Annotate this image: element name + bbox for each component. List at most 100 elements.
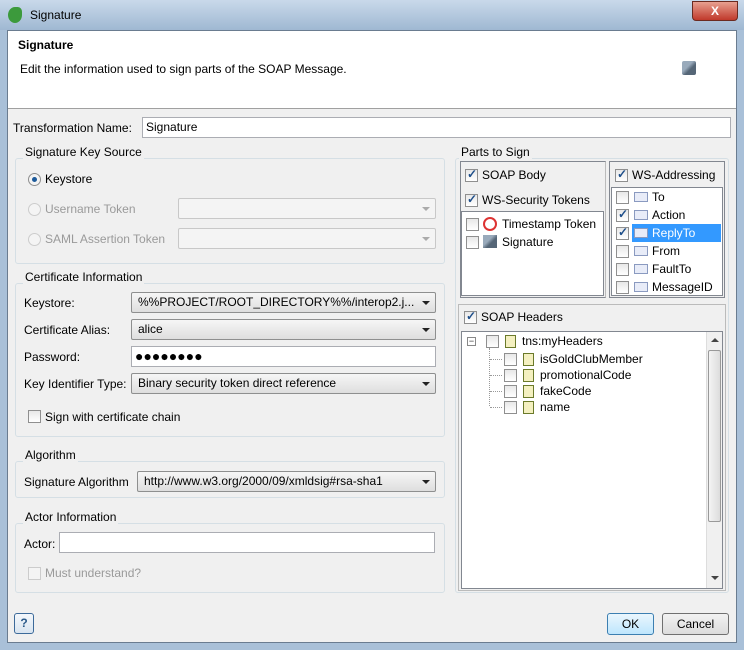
- ws-addressing-checkbox[interactable]: [615, 167, 628, 182]
- title-bar: [0, 0, 744, 30]
- collapse-icon[interactable]: −: [467, 337, 476, 346]
- addressing-label: Action: [652, 208, 686, 222]
- must-understand-label: Must understand?: [45, 566, 142, 580]
- sign-with-chain-label: Sign with certificate chain: [45, 410, 181, 424]
- tree-item-checkbox[interactable]: [504, 353, 517, 366]
- password-input[interactable]: ●●●●●●●●: [131, 346, 436, 367]
- cancel-button[interactable]: Cancel: [662, 613, 729, 635]
- chevron-down-icon: [422, 237, 430, 241]
- addressing-label: ReplyTo: [652, 226, 696, 240]
- envelope-icon: [634, 228, 648, 238]
- saml-token-radio[interactable]: [28, 233, 41, 246]
- tree-item[interactable]: fakeCode: [462, 383, 702, 399]
- tree-root-checkbox[interactable]: [486, 335, 499, 348]
- addressing-item-body[interactable]: ReplyTo: [632, 224, 721, 242]
- document-icon: [523, 385, 534, 398]
- soap-body-checkbox[interactable]: [465, 167, 478, 182]
- tree-item-label: isGoldClubMember: [540, 352, 643, 366]
- cert-keystore-value: %%PROJECT/ROOT_DIRECTORY%%/interop2.j...: [138, 295, 415, 309]
- transformation-name-input[interactable]: Signature: [142, 117, 731, 138]
- tree-item-checkbox[interactable]: [504, 401, 517, 414]
- addressing-checkbox[interactable]: [616, 263, 629, 276]
- cert-keystore-label: Keystore:: [24, 296, 75, 310]
- addressing-item-body[interactable]: MessageID: [632, 278, 718, 296]
- signature-algorithm-combo[interactable]: http://www.w3.org/2000/09/xmldsig#rsa-sh…: [137, 471, 436, 492]
- actor-input[interactable]: [59, 532, 435, 553]
- addressing-label: To: [652, 190, 665, 204]
- header-description: Edit the information used to sign parts …: [20, 62, 347, 76]
- addressing-checkbox[interactable]: [616, 191, 629, 204]
- saml-token-combo[interactable]: [178, 228, 436, 249]
- soap-headers-checkbox[interactable]: [464, 309, 477, 324]
- ws-security-checkbox[interactable]: [465, 192, 478, 207]
- signature-token-checkbox[interactable]: [466, 236, 479, 249]
- cert-alias-combo[interactable]: alice: [131, 319, 436, 340]
- document-icon: [523, 369, 534, 382]
- scrollbar-thumb[interactable]: [708, 350, 721, 522]
- envelope-icon: [634, 210, 648, 220]
- addressing-checkbox[interactable]: [616, 207, 629, 222]
- signature-algorithm-value: http://www.w3.org/2000/09/xmldsig#rsa-sh…: [144, 474, 383, 488]
- must-understand-checkbox[interactable]: [28, 567, 41, 580]
- signature-key-source-title: Signature Key Source: [23, 145, 144, 159]
- tree-root-label[interactable]: tns:myHeaders: [522, 334, 603, 348]
- ws-addressing-label: WS-Addressing: [632, 168, 716, 182]
- vertical-scrollbar[interactable]: [706, 332, 722, 588]
- keystore-radio-label: Keystore: [45, 172, 93, 186]
- key-identifier-combo[interactable]: Binary security token direct reference: [131, 373, 436, 394]
- addressing-label: FaultTo: [652, 262, 692, 276]
- sign-with-chain-checkbox[interactable]: [28, 410, 41, 423]
- addressing-item-body[interactable]: FaultTo: [632, 260, 718, 278]
- tree-item[interactable]: isGoldClubMember: [462, 351, 702, 367]
- password-label: Password:: [24, 350, 81, 364]
- signature-icon: [483, 235, 497, 248]
- addressing-item[interactable]: To: [612, 188, 722, 206]
- actor-info-title: Actor Information: [23, 510, 119, 524]
- tree-item[interactable]: promotionalCode: [462, 367, 702, 383]
- scroll-down-icon[interactable]: [711, 576, 719, 580]
- dialog-header: Signature Edit the information used to s…: [8, 31, 736, 109]
- tree-item-label: fakeCode: [540, 384, 592, 398]
- addressing-item[interactable]: MessageID: [612, 278, 722, 296]
- envelope-icon: [634, 192, 648, 202]
- tree-line: [490, 407, 502, 408]
- addressing-item[interactable]: ReplyTo: [612, 224, 722, 242]
- ws-security-label: WS-Security Tokens: [482, 193, 590, 207]
- soap-headers-label: SOAP Headers: [481, 310, 563, 324]
- ok-button[interactable]: OK: [607, 613, 654, 635]
- addressing-checkbox[interactable]: [616, 245, 629, 258]
- token-item-timestamp[interactable]: Timestamp Token: [462, 215, 603, 233]
- tree-item-label: name: [540, 400, 571, 414]
- help-button[interactable]: ?: [14, 613, 34, 634]
- algorithm-title: Algorithm: [23, 448, 78, 462]
- cert-keystore-combo[interactable]: %%PROJECT/ROOT_DIRECTORY%%/interop2.j...: [131, 292, 436, 313]
- parts-to-sign-title: Parts to Sign: [459, 145, 532, 159]
- keystore-radio[interactable]: [28, 173, 41, 186]
- timestamp-token-checkbox[interactable]: [466, 218, 479, 231]
- headers-tree: − tns:myHeaders isGoldClubMember promoti…: [461, 331, 723, 589]
- app-icon: [8, 7, 22, 23]
- addressing-item[interactable]: FaultTo: [612, 260, 722, 278]
- addressing-item-body[interactable]: From: [632, 242, 718, 260]
- username-token-radio[interactable]: [28, 203, 41, 216]
- tree-item-checkbox[interactable]: [504, 385, 517, 398]
- addressing-item-body[interactable]: Action: [632, 206, 718, 224]
- tree-item-checkbox[interactable]: [504, 369, 517, 382]
- addressing-item[interactable]: Action: [612, 206, 722, 224]
- addressing-checkbox[interactable]: [616, 281, 629, 294]
- saml-token-label: SAML Assertion Token: [45, 232, 166, 246]
- addressing-item-body[interactable]: To: [632, 188, 718, 206]
- key-identifier-value: Binary security token direct reference: [138, 376, 337, 390]
- timestamp-token-label: Timestamp Token: [502, 217, 597, 231]
- window-title: Signature: [30, 8, 82, 22]
- addressing-checkbox[interactable]: [616, 225, 629, 240]
- token-item-signature[interactable]: Signature: [462, 233, 603, 251]
- tree-item[interactable]: name: [462, 399, 702, 415]
- signature-icon: [682, 61, 696, 75]
- chevron-down-icon: [422, 207, 430, 211]
- username-token-combo[interactable]: [178, 198, 436, 219]
- clock-icon: [483, 217, 497, 231]
- addressing-item[interactable]: From: [612, 242, 722, 260]
- close-button[interactable]: X: [692, 1, 738, 21]
- scroll-up-icon[interactable]: [711, 338, 719, 342]
